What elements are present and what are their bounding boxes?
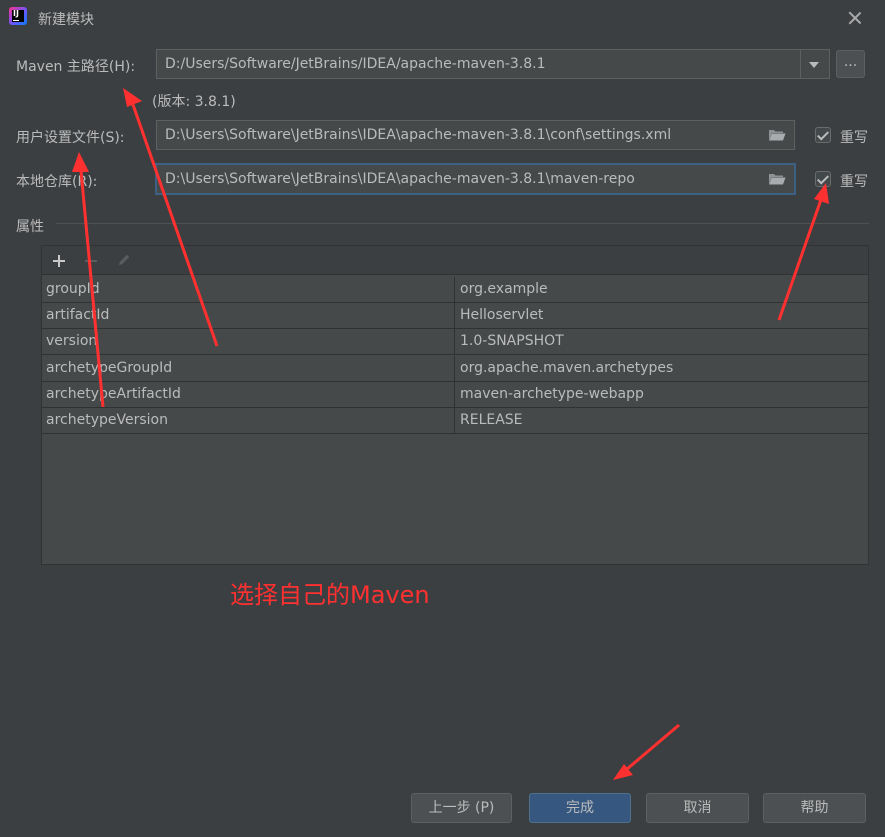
settings-override-checkbox[interactable] [815,127,831,143]
folder-open-icon[interactable] [768,172,786,185]
close-icon[interactable] [846,9,864,27]
annotation-text: 选择自己的Maven [230,581,430,609]
chevron-down-icon[interactable] [800,50,829,78]
settings-override-label: 重写 [840,130,868,146]
local-repo-field[interactable]: D:\Users\Software\JetBrains\IDEA\apache-… [156,164,795,194]
settings-file-field[interactable]: D:\Users\Software\JetBrains\IDEA\apache-… [156,120,795,150]
maven-home-combobox[interactable]: D:/Users/Software/JetBrains/IDEA/apache-… [156,49,830,79]
property-value[interactable]: org.example [455,277,868,302]
table-row[interactable]: version 1.0-SNAPSHOT [42,329,868,356]
local-repo-override-checkbox[interactable] [815,171,831,187]
property-value[interactable]: 1.0-SNAPSHOT [455,329,868,354]
finish-button[interactable]: 完成 [529,793,631,823]
property-key[interactable]: archetypeVersion [42,408,455,433]
settings-file-label: 用户设置文件(S): [16,130,125,146]
local-repo-label: 本地仓库(R): [16,174,98,190]
remove-icon[interactable] [83,253,99,269]
previous-button[interactable]: 上一步 (P) [411,793,512,823]
maven-version-text: (版本: 3.8.1) [152,94,236,110]
property-value[interactable]: org.apache.maven.archetypes [455,356,868,381]
window-title: 新建模块 [38,12,94,28]
property-value[interactable]: Helloservlet [455,303,868,328]
property-key[interactable]: version [42,329,455,355]
table-row[interactable]: archetypeArtifactId maven-archetype-webap… [42,381,868,408]
local-repo-override-label: 重写 [840,174,868,190]
intellij-app-icon: IJ [9,7,27,25]
maven-home-value: D:/Users/Software/JetBrains/IDEA/apache-… [165,56,546,72]
property-key[interactable]: archetypeGroupId [42,355,455,381]
browse-button[interactable]: ... [836,50,865,78]
property-value[interactable]: maven-archetype-webapp [455,382,868,407]
properties-separator [56,223,869,224]
property-key[interactable]: groupId [42,277,455,302]
table-row[interactable]: archetypeVersion RELEASE [42,408,868,434]
table-row[interactable]: artifactId Helloservlet [42,303,868,330]
arrow-to-finish-button [619,723,680,777]
property-key[interactable]: archetypeArtifactId [42,381,455,407]
cancel-button[interactable]: 取消 [646,793,749,823]
add-icon[interactable] [51,253,67,269]
folder-open-icon[interactable] [768,128,786,141]
edit-icon[interactable] [116,252,132,268]
table-row[interactable]: groupId org.example [42,277,868,303]
property-key[interactable]: artifactId [42,303,455,329]
help-button[interactable]: 帮助 [763,793,866,823]
table-row[interactable]: archetypeGroupId org.apache.maven.archety… [42,355,868,382]
properties-title: 属性 [16,219,44,235]
properties-toolbar [42,246,868,275]
property-value[interactable]: RELEASE [455,408,868,433]
settings-file-value: D:\Users\Software\JetBrains\IDEA\apache-… [165,127,672,143]
maven-home-label: Maven 主路径(H): [16,59,136,75]
local-repo-value: D:\Users\Software\JetBrains\IDEA\apache-… [165,171,635,187]
